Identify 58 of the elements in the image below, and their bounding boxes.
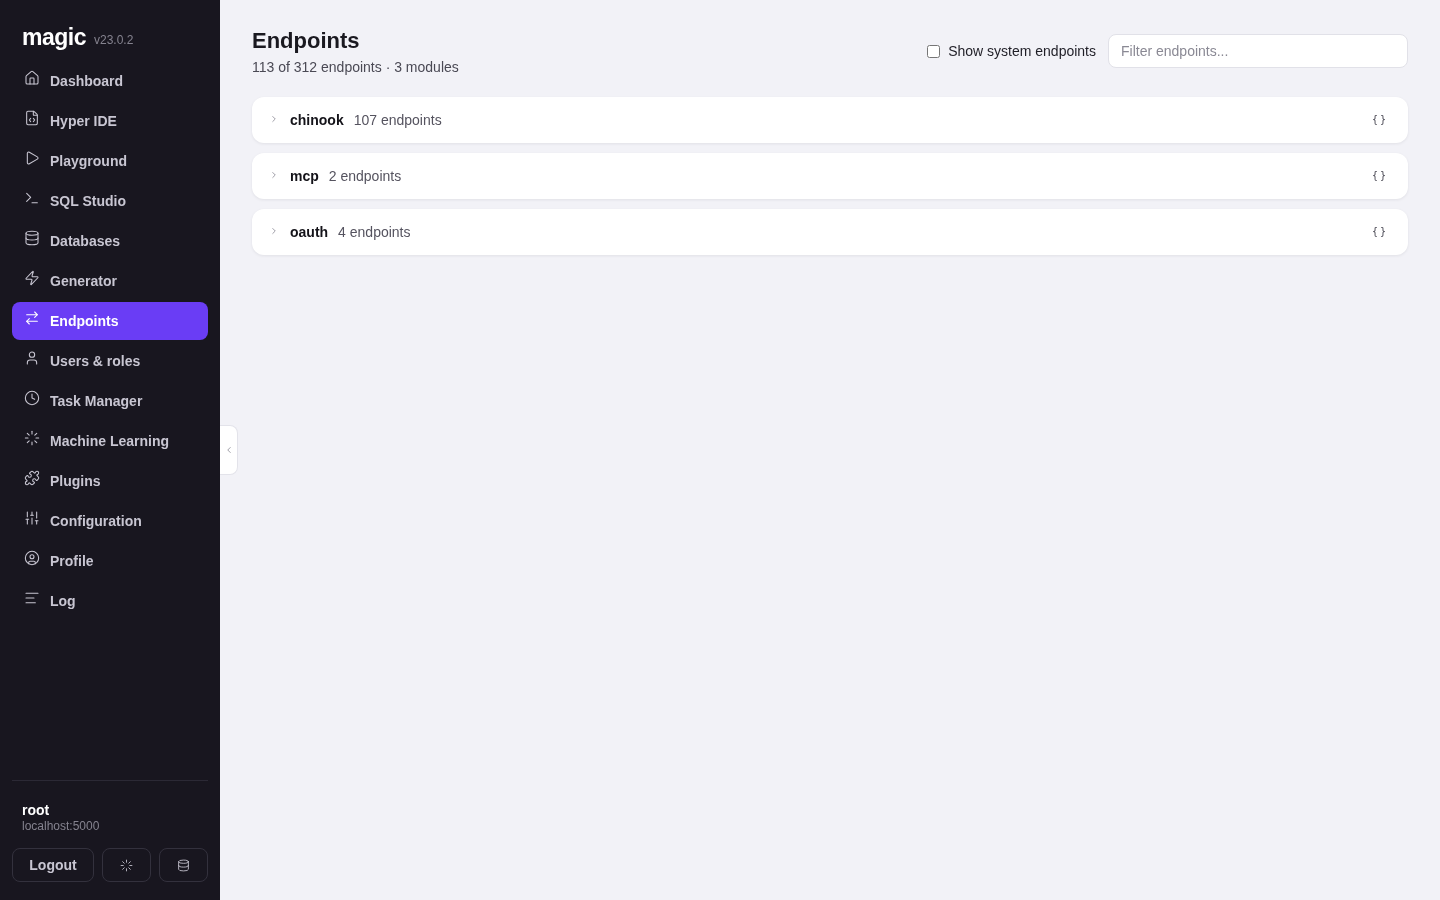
arrows-icon xyxy=(24,310,40,326)
user-name: root xyxy=(22,801,51,819)
nav-item[interactable]: Databases xyxy=(12,222,208,260)
lightning-icon xyxy=(24,270,40,286)
endpoint-count: 4 endpoints xyxy=(338,222,411,242)
module-name: mcp xyxy=(290,166,319,186)
module-row[interactable]: mcp 2 endpoints {} xyxy=(252,153,1408,199)
module-row[interactable]: chinook 107 endpoints {} xyxy=(252,97,1408,143)
database-icon xyxy=(177,858,190,872)
chevron-right-icon[interactable] xyxy=(269,226,279,236)
module-name: chinook xyxy=(290,110,344,130)
filter-field[interactable]: Filter endpoints... xyxy=(1108,34,1408,68)
logout-button[interactable]: Logout xyxy=(12,848,94,882)
nav-item[interactable]: Task Manager xyxy=(12,382,208,420)
lines-icon xyxy=(24,590,40,606)
chevron-right-icon[interactable] xyxy=(269,170,279,180)
puzzle-icon xyxy=(24,470,40,486)
nav-item[interactable]: Generator xyxy=(12,262,208,300)
page-title: Endpoints xyxy=(252,27,361,55)
machine-learning-button[interactable] xyxy=(102,848,151,882)
nav-item[interactable]: Profile xyxy=(12,542,208,580)
user-icon xyxy=(24,350,40,366)
nav-item[interactable]: Dashboard xyxy=(12,62,208,100)
json-code-button[interactable]: {} xyxy=(1371,111,1388,127)
json-code-button[interactable]: {} xyxy=(1371,223,1388,239)
clock-icon xyxy=(24,390,40,406)
server-address: localhost:5000 xyxy=(22,819,101,834)
nav-item[interactable]: Log xyxy=(12,582,208,620)
sliders-icon xyxy=(24,510,40,526)
nav-item[interactable]: Users & roles xyxy=(12,342,208,380)
collapse-sidebar-handle[interactable] xyxy=(220,425,238,475)
logo: magic xyxy=(22,24,86,50)
user-circle-icon xyxy=(24,550,40,566)
nav-item[interactable]: SQL Studio xyxy=(12,182,208,220)
play-icon xyxy=(24,150,40,166)
nav-item[interactable]: Playground xyxy=(12,142,208,180)
nav-item[interactable]: Plugins xyxy=(12,462,208,500)
module-row[interactable]: oauth 4 endpoints {} xyxy=(252,209,1408,255)
code-file-icon xyxy=(24,110,40,126)
endpoint-count: 107 endpoints xyxy=(353,110,442,130)
module-name: oauth xyxy=(290,222,329,242)
json-code-button[interactable]: {} xyxy=(1371,167,1388,183)
database-icon xyxy=(24,230,40,246)
nav-item[interactable]: Endpoints xyxy=(12,302,208,340)
checkbox-label: Show system endpoints xyxy=(948,41,1096,61)
loader-icon xyxy=(120,858,133,872)
system-endpoints-checkbox[interactable] xyxy=(927,44,941,58)
house-icon xyxy=(24,70,40,86)
terminal-icon xyxy=(24,190,40,206)
nav-item[interactable]: Hyper IDE xyxy=(12,102,208,140)
chevron-right-icon[interactable] xyxy=(269,114,279,124)
database-button[interactable] xyxy=(159,848,208,882)
version-label: v23.0.2 xyxy=(94,32,134,49)
endpoint-summary: 113 of 312 endpoints · 3 modules xyxy=(252,58,459,77)
nav-item[interactable]: Configuration xyxy=(12,502,208,540)
loader-icon xyxy=(24,430,40,446)
nav-item[interactable]: Machine Learning xyxy=(12,422,208,460)
endpoint-count: 2 endpoints xyxy=(328,166,402,186)
